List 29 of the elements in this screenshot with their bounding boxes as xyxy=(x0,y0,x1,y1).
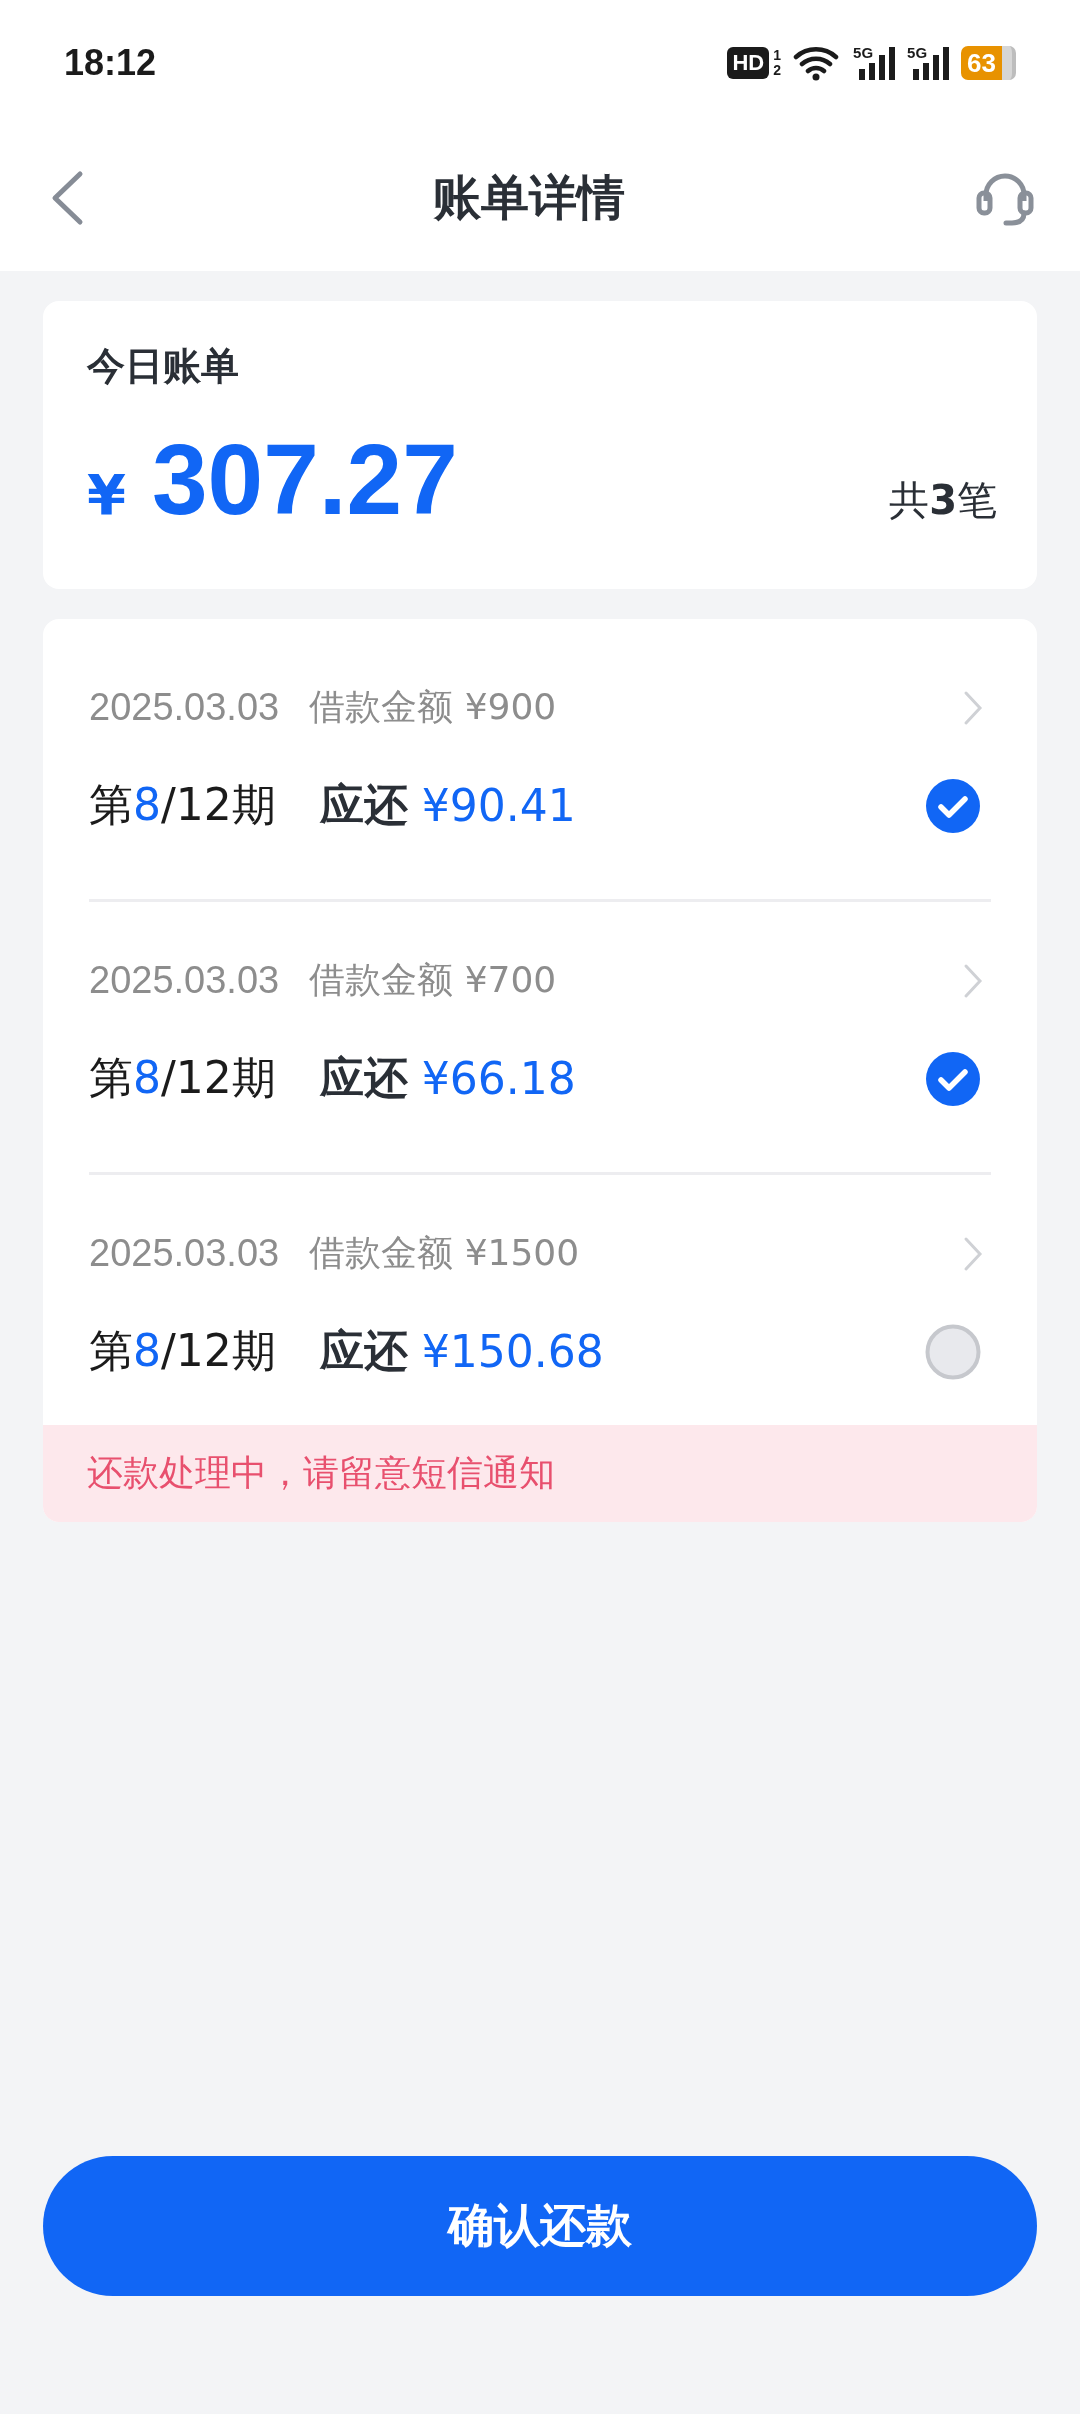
due-label: 应还 xyxy=(319,1051,408,1105)
sim-number: 2 xyxy=(773,62,782,78)
installment-period: 第8/12期 xyxy=(89,778,276,832)
bill-date: 2025.03.03 xyxy=(89,1232,280,1275)
due-label: 应还 xyxy=(319,778,408,832)
installment-period: 第8/12期 xyxy=(89,1324,276,1378)
summary-title: 今日账单 xyxy=(87,343,240,390)
notice-text: 还款处理中，请留意短信通知 xyxy=(87,1452,555,1493)
currency-symbol: ¥ xyxy=(87,462,126,527)
bill-date: 2025.03.03 xyxy=(89,959,280,1002)
due-amount: ¥66.18 xyxy=(421,1053,576,1104)
total-amount: 307.27 xyxy=(151,422,459,537)
due-amount: ¥90.41 xyxy=(421,780,576,831)
bill-date: 2025.03.03 xyxy=(89,686,280,729)
battery-level: 63 xyxy=(961,45,1002,80)
network-type: 5G xyxy=(907,44,928,61)
due-amount: ¥150.68 xyxy=(421,1326,604,1377)
bill-count: 共3笔 xyxy=(889,476,997,525)
loan-amount: 借款金额 ¥900 xyxy=(309,685,557,729)
confirm-button[interactable]: 确认还款 xyxy=(43,2156,1037,2296)
due-label: 应还 xyxy=(319,1324,408,1378)
page-title: 账单详情 xyxy=(433,168,625,227)
installment-period: 第8/12期 xyxy=(89,1051,276,1105)
loan-amount: 借款金额 ¥700 xyxy=(309,958,557,1002)
sim-number: 1 xyxy=(773,47,782,63)
status-time: 18:12 xyxy=(64,41,157,84)
hd-badge: HD xyxy=(727,46,770,79)
loan-amount: 借款金额 ¥1500 xyxy=(309,1231,580,1275)
network-type: 5G xyxy=(853,44,874,61)
